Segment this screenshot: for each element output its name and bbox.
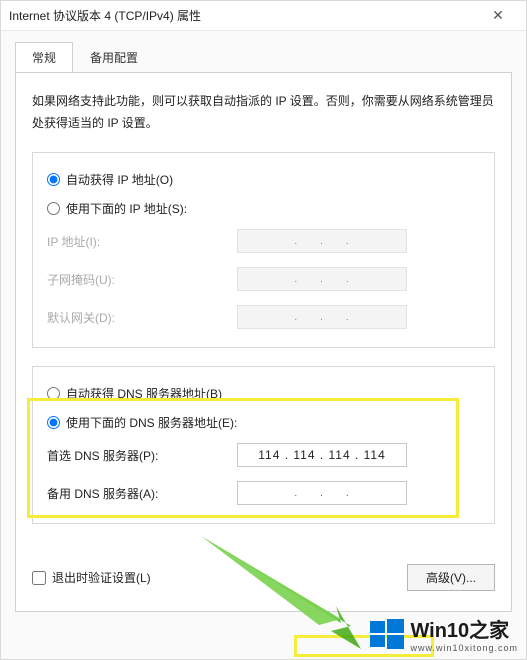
ip-address-input: ... [237,229,407,253]
footer-row: 退出时验证设置(L) 高级(V)... [32,564,495,591]
radio-dns-auto[interactable] [47,387,60,400]
radio-dns-auto-row[interactable]: 自动获得 DNS 服务器地址(B) [47,385,480,402]
radio-ip-manual-label: 使用下面的 IP 地址(S): [66,200,187,217]
intro-text: 如果网络支持此功能，则可以获取自动指派的 IP 设置。否则，你需要从网络系统管理… [32,91,495,134]
advanced-button[interactable]: 高级(V)... [407,564,495,591]
close-icon[interactable]: ✕ [478,7,518,24]
ip-address-label: IP 地址(I): [47,233,227,250]
watermark-title: Win10之家 [410,614,518,643]
radio-ip-manual-row[interactable]: 使用下面的 IP 地址(S): [47,200,480,217]
watermark-url: www.win10xitong.com [410,643,518,653]
preferred-dns-input[interactable]: 114 . 114 . 114 . 114 [237,443,407,467]
alternate-dns-label: 备用 DNS 服务器(A): [47,485,227,502]
validate-checkbox-row[interactable]: 退出时验证设置(L) [32,569,151,586]
radio-dns-manual-row[interactable]: 使用下面的 DNS 服务器地址(E): [47,414,480,431]
tab-general[interactable]: 常规 [15,42,73,73]
gateway-label: 默认网关(D): [47,309,227,326]
titlebar: Internet 协议版本 4 (TCP/IPv4) 属性 ✕ [1,1,526,31]
gateway-input: ... [237,305,407,329]
preferred-dns-value: 114 . 114 . 114 . 114 [258,448,386,462]
tab-strip: 常规 备用配置 [1,31,526,72]
watermark-text: Win10之家 www.win10xitong.com [410,614,518,653]
radio-dns-manual[interactable] [47,416,60,429]
windows-logo-icon [370,619,404,649]
ip-group: 自动获得 IP 地址(O) 使用下面的 IP 地址(S): IP 地址(I): … [32,152,495,348]
radio-dns-auto-label: 自动获得 DNS 服务器地址(B) [66,385,222,402]
radio-ip-auto[interactable] [47,173,60,186]
preferred-dns-label: 首选 DNS 服务器(P): [47,447,227,464]
validate-checkbox[interactable] [32,571,46,585]
validate-label: 退出时验证设置(L) [52,569,151,586]
tab-alternate[interactable]: 备用配置 [73,42,155,73]
radio-dns-manual-label: 使用下面的 DNS 服务器地址(E): [66,414,237,431]
radio-ip-auto-row[interactable]: 自动获得 IP 地址(O) [47,171,480,188]
watermark: Win10之家 www.win10xitong.com [370,614,518,653]
dns-group: 自动获得 DNS 服务器地址(B) 使用下面的 DNS 服务器地址(E): 首选… [32,366,495,524]
alternate-dns-input[interactable]: ... [237,481,407,505]
subnet-mask-input: ... [237,267,407,291]
radio-ip-auto-label: 自动获得 IP 地址(O) [66,171,173,188]
dialog-window: Internet 协议版本 4 (TCP/IPv4) 属性 ✕ 常规 备用配置 … [0,0,527,660]
radio-ip-manual[interactable] [47,202,60,215]
window-title: Internet 协议版本 4 (TCP/IPv4) 属性 [9,7,478,24]
subnet-mask-label: 子网掩码(U): [47,271,227,288]
panel-general: 如果网络支持此功能，则可以获取自动指派的 IP 设置。否则，你需要从网络系统管理… [15,72,512,612]
